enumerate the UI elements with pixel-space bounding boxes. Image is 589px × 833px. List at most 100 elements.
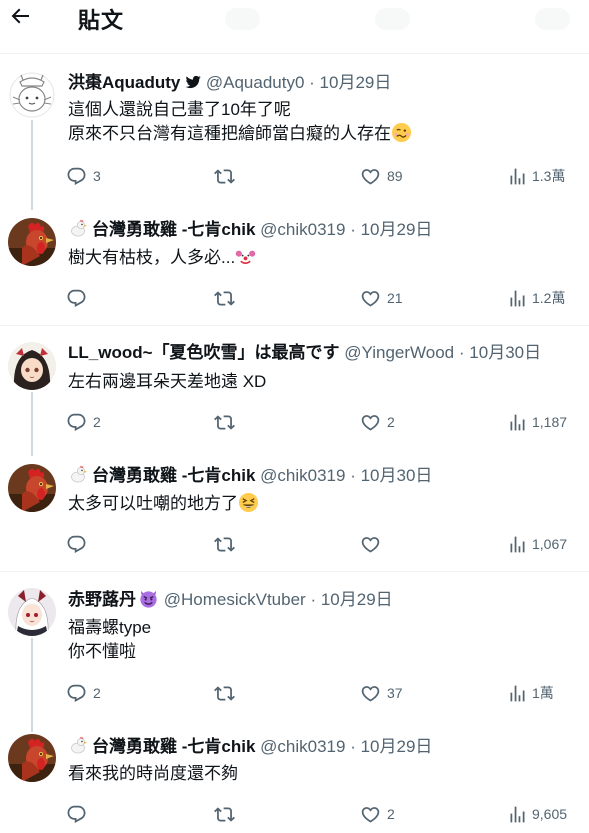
- user-handle[interactable]: @chik0319: [260, 220, 345, 239]
- reply-button[interactable]: [66, 287, 93, 309]
- reply-button[interactable]: [66, 533, 93, 555]
- like-button[interactable]: 2: [360, 803, 395, 825]
- reply-count: 2: [93, 414, 101, 430]
- views-button[interactable]: 1,187: [507, 411, 567, 433]
- avatar[interactable]: [8, 218, 56, 266]
- chicken-emoji-icon: [68, 218, 88, 238]
- separator-dot: ·: [310, 590, 317, 609]
- top-bar: 貼文: [0, 0, 589, 38]
- view-count: 1.3萬: [532, 168, 566, 184]
- timestamp[interactable]: 10月29日: [361, 737, 433, 756]
- views-button[interactable]: 9,605: [507, 803, 567, 825]
- thread-line: [31, 392, 33, 456]
- reply-icon: [66, 288, 87, 309]
- views-button[interactable]: 1.2萬: [507, 287, 565, 309]
- reply-button[interactable]: 2: [66, 411, 101, 433]
- tweet-header: 赤野蕗丹 @HomesickVtuber · 10月29日: [68, 588, 393, 611]
- like-button[interactable]: [360, 533, 387, 555]
- retweet-button[interactable]: [214, 287, 241, 309]
- avatar[interactable]: [8, 588, 56, 636]
- tweet-actions: 1,067: [66, 533, 586, 555]
- views-icon: [507, 288, 528, 309]
- tweet-text-line: 福壽螺type: [68, 618, 152, 637]
- tweet-text-line: 你不懂啦: [68, 642, 136, 661]
- like-icon: [360, 412, 381, 433]
- retweet-button[interactable]: [214, 533, 241, 555]
- user-handle[interactable]: @YingerWood: [344, 343, 454, 362]
- views-icon: [507, 534, 528, 555]
- tweet-actions: 3 89 1.3萬: [66, 165, 586, 187]
- tweet-header: 台灣勇敢雞 -七肯chik @chik0319 · 10月30日: [68, 464, 432, 487]
- avatar[interactable]: [8, 342, 56, 390]
- tweet-text-line: 原來不只台灣有這種把繪師當白癡的人存在: [68, 122, 412, 146]
- display-name[interactable]: 台灣勇敢雞 -七肯chik: [92, 220, 255, 239]
- retweet-button[interactable]: [214, 682, 241, 704]
- tweet-text: 這個人還說自己畫了10年了呢 原來不只台灣有這種把繪師當白癡的人存在: [68, 98, 412, 146]
- avatar[interactable]: [8, 70, 56, 118]
- views-button[interactable]: 1,067: [507, 533, 567, 555]
- separator-dot: ·: [309, 73, 315, 92]
- reply-count: 3: [93, 168, 101, 184]
- like-count: 21: [387, 290, 403, 306]
- reply-icon: [66, 166, 87, 187]
- timestamp[interactable]: 10月30日: [469, 343, 541, 362]
- tweet-text: 樹大有枯枝，人多必...: [68, 246, 256, 270]
- like-icon: [360, 534, 381, 555]
- like-count: 37: [387, 685, 403, 701]
- views-icon: [507, 166, 528, 187]
- conversation-divider: [0, 571, 589, 572]
- grinning-squinting-face-emoji-icon: [238, 492, 259, 513]
- display-name[interactable]: 赤野蕗丹: [68, 590, 136, 609]
- timestamp[interactable]: 10月29日: [320, 73, 392, 92]
- like-button[interactable]: 21: [360, 287, 403, 309]
- avatar[interactable]: [8, 464, 56, 512]
- tweet-text-line: 看來我的時尚度還不夠: [68, 764, 238, 783]
- timestamp[interactable]: 10月30日: [361, 466, 433, 485]
- reply-icon: [66, 804, 87, 825]
- like-button[interactable]: 37: [360, 682, 403, 704]
- display-name[interactable]: LL_wood~「夏色吹雪」は最高です: [68, 343, 340, 362]
- views-icon: [507, 683, 528, 704]
- timestamp[interactable]: 10月29日: [321, 590, 393, 609]
- retweet-button[interactable]: [214, 803, 241, 825]
- reply-button[interactable]: [66, 803, 93, 825]
- views-button[interactable]: 1萬: [507, 682, 554, 704]
- separator-dot: ·: [350, 220, 356, 239]
- like-count: 89: [387, 168, 403, 184]
- tweet-header: 洪棗Aquaduty @Aquaduty0 · 10月29日: [68, 72, 391, 94]
- display-name[interactable]: 台灣勇敢雞 -七肯chik: [92, 737, 255, 756]
- reply-button[interactable]: 2: [66, 682, 101, 704]
- separator-dot: ·: [350, 466, 356, 485]
- like-icon: [360, 288, 381, 309]
- display-name[interactable]: 洪棗Aquaduty: [68, 73, 180, 92]
- user-handle[interactable]: @Aquaduty0: [206, 73, 305, 92]
- view-count: 1,187: [532, 414, 568, 430]
- views-button[interactable]: 1.3萬: [507, 165, 565, 187]
- back-arrow-icon[interactable]: [8, 4, 32, 28]
- anime-girl-avatar-icon: [8, 342, 56, 390]
- reply-button[interactable]: 3: [66, 165, 101, 187]
- header-divider: [0, 53, 589, 54]
- tweet-text-line: 左右兩邊耳朵天差地遠 XD: [68, 372, 267, 391]
- user-handle[interactable]: @HomesickVtuber: [164, 590, 306, 609]
- tweet-text: 左右兩邊耳朵天差地遠 XD: [68, 370, 266, 394]
- like-icon: [360, 166, 381, 187]
- user-handle[interactable]: @chik0319: [260, 737, 345, 756]
- tweet-actions: 2 37 1萬: [66, 682, 586, 704]
- views-icon: [507, 412, 528, 433]
- tweet-actions: 21 1.2萬: [66, 287, 586, 309]
- retweet-button[interactable]: [214, 165, 241, 187]
- avatar[interactable]: [8, 734, 56, 782]
- retweet-icon: [214, 166, 235, 187]
- tweet-header: LL_wood~「夏色吹雪」は最高です @YingerWood · 10月30日: [68, 342, 541, 364]
- like-button[interactable]: 89: [360, 165, 403, 187]
- view-count: 1.2萬: [532, 290, 566, 306]
- clown-face-emoji-icon: [235, 248, 256, 267]
- display-name[interactable]: 台灣勇敢雞 -七肯chik: [92, 466, 255, 485]
- like-button[interactable]: 2: [360, 411, 395, 433]
- user-handle[interactable]: @chik0319: [260, 466, 345, 485]
- separator-dot: ·: [458, 343, 465, 362]
- timestamp[interactable]: 10月29日: [361, 220, 433, 239]
- woozy-face-emoji-icon: [391, 122, 412, 143]
- retweet-button[interactable]: [214, 411, 241, 433]
